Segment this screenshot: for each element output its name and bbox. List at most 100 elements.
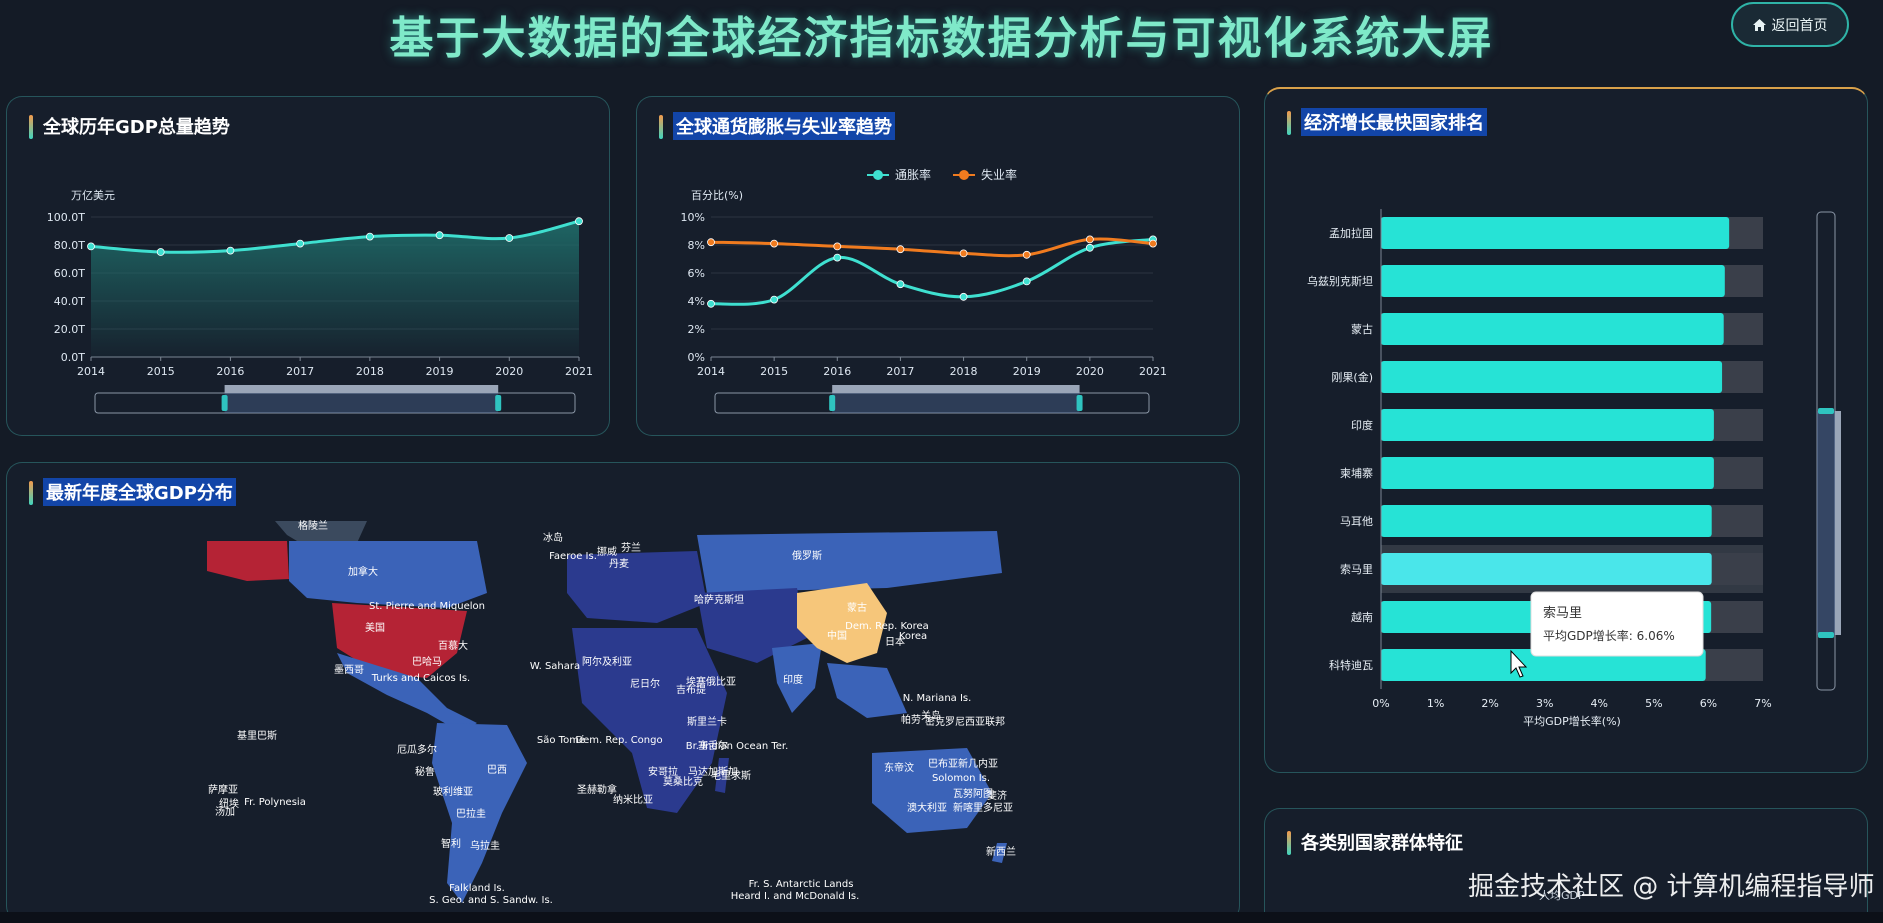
bar	[1381, 265, 1725, 297]
data-point	[1022, 250, 1031, 259]
map-country-label: 安哥拉	[648, 765, 678, 778]
datazoom-bar	[224, 385, 499, 393]
y-tick-label: 40.0T	[54, 295, 85, 308]
map-country-label: 俄罗斯	[792, 549, 822, 562]
map-region	[289, 541, 487, 608]
legend-label: 失业率	[981, 167, 1017, 182]
map-country-label: Fr. S. Antarctic Lands	[749, 879, 854, 890]
y-tick-label: 0%	[688, 351, 705, 364]
data-point	[896, 245, 905, 254]
x-tick-label: 2016	[823, 365, 851, 378]
map-country-label: 东帝汶	[884, 761, 914, 774]
x-tick-label: 2018	[950, 365, 978, 378]
watermark: 掘金技术社区 @ 计算机编程指导师	[1468, 872, 1875, 902]
y-tick-label: 100.0T	[47, 211, 85, 224]
map-country-label: 厄瓜多尔	[397, 743, 437, 756]
map-country-label: S. Geo. and S. Sandw. Is.	[429, 895, 553, 906]
map-country-label: 埃塞俄比亚	[686, 675, 736, 688]
map-country-label: 帕劳	[901, 713, 921, 726]
map-country-label: W. Sahara	[530, 661, 580, 672]
ranking-chart[interactable]: 孟加拉国乌兹别克斯坦蒙古刚果(金)印度柬埔寨马耳他索马里越南科特迪瓦0% 1% 2%…	[1265, 89, 1869, 775]
home-button[interactable]: 返回首页	[1731, 2, 1849, 47]
y-tick-label: 0.0T	[61, 351, 85, 364]
x-tick-label: 6%	[1700, 697, 1717, 710]
gdp-trend-chart[interactable]: 万亿美元 0.0T 20.0T 40.0T 60.0T 80.0T 100.0T 2014 20…	[7, 97, 611, 437]
data-point	[833, 242, 842, 251]
data-point	[959, 249, 968, 258]
data-point	[1149, 239, 1157, 248]
data-point	[959, 292, 968, 301]
data-point	[1085, 243, 1094, 252]
x-tick-label: 3%	[1536, 697, 1553, 710]
home-icon	[1752, 18, 1766, 31]
x-tick-label: 2018	[356, 365, 384, 378]
x-tick-label: 2017	[886, 365, 914, 378]
datazoom-handle	[1076, 395, 1083, 411]
bar	[1381, 409, 1714, 441]
map-region	[207, 541, 289, 581]
map-country-label: 日本	[885, 635, 905, 648]
y-tick-label: 2%	[688, 323, 705, 336]
map-country-label: 秘鲁	[415, 765, 435, 778]
y-axis-label: 百分比(%)	[691, 189, 743, 202]
y-tick-label: 10%	[681, 211, 705, 224]
map-country-label: 萨摩亚	[208, 783, 238, 796]
world-map[interactable]: 格陵兰冰岛 Faeroe Is. 芬兰挪威丹麦 俄罗斯加拿大 St. Pierre an…	[7, 463, 1241, 923]
map-country-label: 百慕大	[438, 639, 468, 652]
tooltip: 索马里平均GDP增长率: 6.06%	[1530, 591, 1704, 657]
map-country-label: 冰岛	[543, 531, 563, 544]
map-country-label: 乌拉圭	[470, 839, 500, 852]
x-tick-label: 2015	[147, 365, 175, 378]
x-tick-label: 1%	[1427, 697, 1444, 710]
x-tick-label: 2020	[495, 365, 523, 378]
x-tick-label: 5%	[1645, 697, 1662, 710]
map-country-label: 斯里兰卡	[687, 715, 727, 728]
datazoom-window	[1817, 411, 1835, 635]
map-country-label: 芬兰	[621, 541, 641, 554]
map-country-label: Faeroe Is.	[549, 551, 597, 562]
inflation-chart[interactable]: 百分比(%) 0% 2% 4% 6% 8% 10% 2014 2015 2016 2017 2018 2…	[637, 97, 1241, 437]
y-tick-label: 4%	[688, 295, 705, 308]
map-country-label: 澳大利亚	[907, 801, 947, 814]
data-point	[365, 232, 374, 241]
bar	[1381, 217, 1730, 249]
y-axis-label: 万亿美元	[71, 189, 115, 202]
map-country-label: 丹麦	[609, 558, 629, 570]
y-tick-label: 马耳他	[1340, 515, 1373, 528]
map-country-label: 蒙古	[847, 601, 867, 614]
y-tick-label: 科特迪瓦	[1329, 658, 1373, 672]
map-country-label: 纳米比亚	[613, 793, 653, 806]
gdp-trend-panel: 全球历年GDP总量趋势 万亿美元 0.0T 20.0T 40.0T 60.0T 80.0T…	[6, 96, 610, 436]
map-country-label: 塞舌尔	[698, 739, 728, 752]
data-point	[87, 242, 95, 251]
map-country-label: Solomon Is.	[932, 773, 990, 784]
data-point	[707, 299, 715, 308]
map-country-label: 阿尔及利亚	[582, 655, 632, 668]
map-country-label: Falkland Is.	[449, 883, 505, 894]
x-tick-label: 2021	[1139, 365, 1167, 378]
bar	[1381, 313, 1724, 345]
datazoom-bar	[1835, 411, 1841, 635]
data-point	[575, 217, 583, 226]
bar	[1381, 553, 1712, 585]
map-country-label: 新喀里多尼亚	[953, 801, 1013, 814]
tooltip-title: 索马里	[1543, 606, 1582, 621]
map-country-label: 哈萨克斯坦	[694, 593, 744, 606]
y-tick-label: 8%	[688, 239, 705, 252]
map-country-label: Dem. Rep. Congo	[575, 735, 662, 746]
x-tick-label: 2019	[426, 365, 454, 378]
home-button-label: 返回首页	[1771, 17, 1828, 34]
data-point	[770, 239, 779, 248]
datazoom-handle	[1818, 408, 1834, 414]
data-point	[1022, 277, 1031, 286]
map-country-label: 尼日尔	[630, 677, 660, 690]
x-tick-label: 2020	[1076, 365, 1104, 378]
map-country-label: 基里巴斯	[237, 729, 277, 742]
bar	[1381, 505, 1712, 537]
map-country-label: 印度	[783, 673, 803, 686]
x-tick-label: 2021	[565, 365, 593, 378]
legend-label: 通胀率	[895, 167, 931, 182]
map-country-label: 中国	[827, 629, 847, 642]
tooltip-box	[1530, 591, 1704, 657]
map-country-label: 加拿大	[348, 565, 378, 578]
